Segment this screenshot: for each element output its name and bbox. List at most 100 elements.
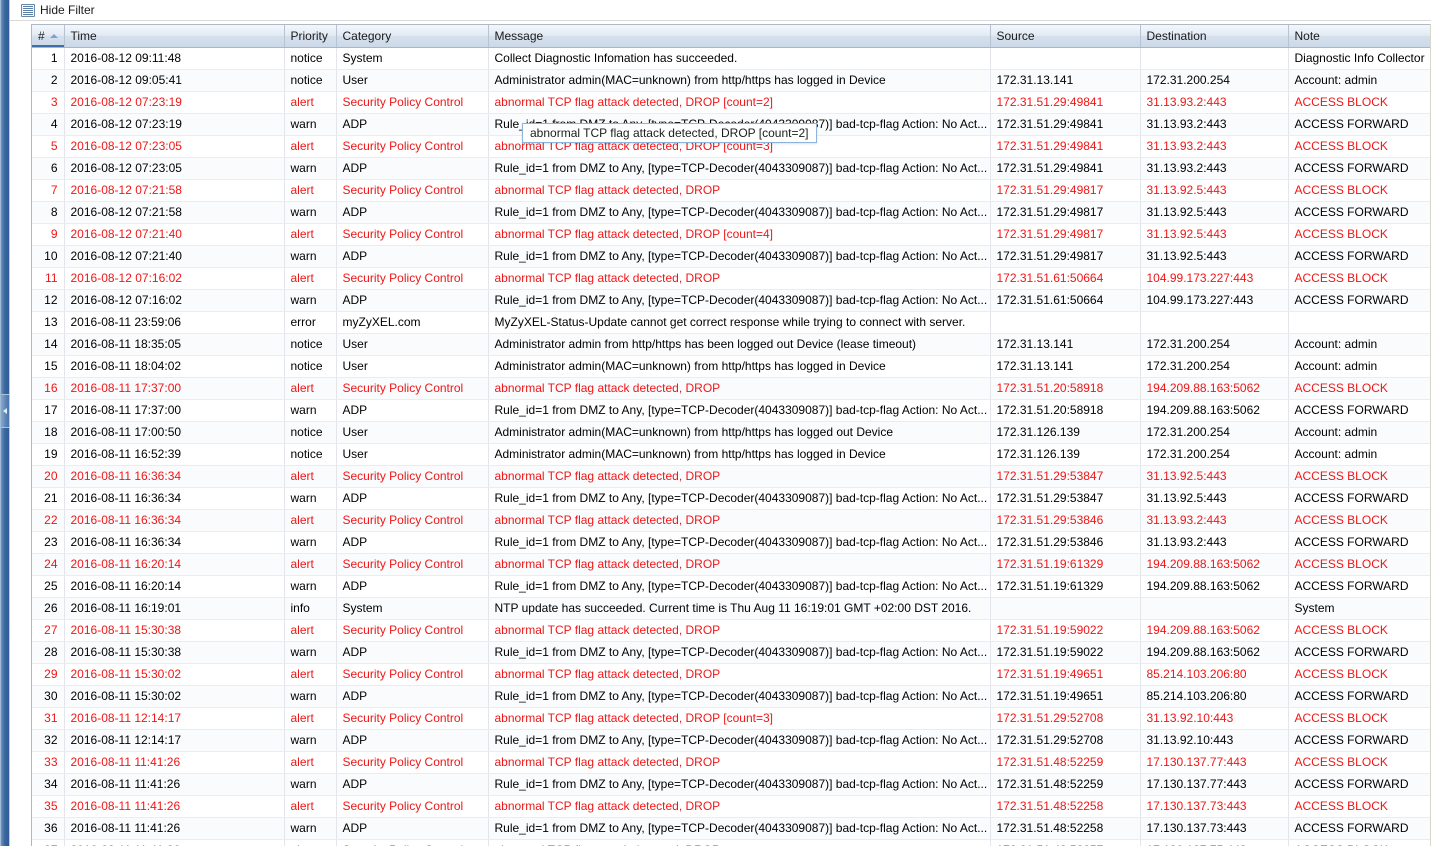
- cell-priority: warn: [284, 729, 336, 751]
- cell-dest: 85.214.103.206:80: [1140, 663, 1288, 685]
- cell-priority: notice: [284, 47, 336, 69]
- table-row[interactable]: 212016-08-11 16:36:34warnADPRule_id=1 fr…: [32, 487, 1431, 509]
- hide-filter-button[interactable]: Hide Filter: [18, 1, 98, 20]
- table-row[interactable]: 222016-08-11 16:36:34alertSecurity Polic…: [32, 509, 1431, 531]
- cell-category: Security Policy Control: [336, 377, 488, 399]
- table-row[interactable]: 92016-08-12 07:21:40alertSecurity Policy…: [32, 223, 1431, 245]
- cell-source: 172.31.51.19:61329: [990, 575, 1140, 597]
- cell-priority: warn: [284, 157, 336, 179]
- table-row[interactable]: 372016-08-11 11:41:26alertSecurity Polic…: [32, 839, 1431, 846]
- column-header-label: Message: [495, 29, 544, 43]
- table-row[interactable]: 62016-08-12 07:23:05warnADPRule_id=1 fro…: [32, 157, 1431, 179]
- cell-source: [990, 47, 1140, 69]
- table-row[interactable]: 82016-08-12 07:21:58warnADPRule_id=1 fro…: [32, 201, 1431, 223]
- cell-note: ACCESS BLOCK: [1288, 751, 1431, 773]
- column-header-category[interactable]: Category: [336, 25, 488, 47]
- cell-category: Security Policy Control: [336, 553, 488, 575]
- table-row[interactable]: 22016-08-12 09:05:41noticeUserAdministra…: [32, 69, 1431, 91]
- table-row[interactable]: 252016-08-11 16:20:14warnADPRule_id=1 fr…: [32, 575, 1431, 597]
- cell-message: Rule_id=1 from DMZ to Any, [type=TCP-Dec…: [488, 685, 990, 707]
- cell-priority: warn: [284, 773, 336, 795]
- cell-dest: [1140, 597, 1288, 619]
- cell-dest: 31.13.92.5:443: [1140, 179, 1288, 201]
- table-row[interactable]: 262016-08-11 16:19:01infoSystemNTP updat…: [32, 597, 1431, 619]
- cell-num: 14: [32, 333, 64, 355]
- table-row[interactable]: 232016-08-11 16:36:34warnADPRule_id=1 fr…: [32, 531, 1431, 553]
- table-row[interactable]: 342016-08-11 11:41:26warnADPRule_id=1 fr…: [32, 773, 1431, 795]
- table-row[interactable]: 352016-08-11 11:41:26alertSecurity Polic…: [32, 795, 1431, 817]
- cell-source: 172.31.51.48:52259: [990, 751, 1140, 773]
- column-header-note[interactable]: Note: [1288, 25, 1431, 47]
- cell-category: Security Policy Control: [336, 839, 488, 846]
- cell-message: Collect Diagnostic Infomation has succee…: [488, 47, 990, 69]
- cell-dest: 104.99.173.227:443: [1140, 289, 1288, 311]
- column-header-source[interactable]: Source: [990, 25, 1140, 47]
- table-row[interactable]: 102016-08-12 07:21:40warnADPRule_id=1 fr…: [32, 245, 1431, 267]
- cell-priority: warn: [284, 245, 336, 267]
- cell-source: 172.31.51.48:52258: [990, 817, 1140, 839]
- cell-num: 34: [32, 773, 64, 795]
- column-header-num[interactable]: #: [32, 25, 64, 47]
- cell-note: ACCESS BLOCK: [1288, 839, 1431, 846]
- table-row[interactable]: 292016-08-11 15:30:02alertSecurity Polic…: [32, 663, 1431, 685]
- cell-num: 26: [32, 597, 64, 619]
- table-row[interactable]: 132016-08-11 23:59:06errormyZyXEL.comMyZ…: [32, 311, 1431, 333]
- table-row[interactable]: 202016-08-11 16:36:34alertSecurity Polic…: [32, 465, 1431, 487]
- cell-num: 5: [32, 135, 64, 157]
- table-row[interactable]: 192016-08-11 16:52:39noticeUserAdministr…: [32, 443, 1431, 465]
- table-row[interactable]: 72016-08-12 07:21:58alertSecurity Policy…: [32, 179, 1431, 201]
- table-row[interactable]: 162016-08-11 17:37:00alertSecurity Polic…: [32, 377, 1431, 399]
- table-row[interactable]: 242016-08-11 16:20:14alertSecurity Polic…: [32, 553, 1431, 575]
- column-header-label: Note: [1295, 29, 1320, 43]
- collapse-panel-handle[interactable]: [1, 394, 9, 428]
- cell-note: ACCESS BLOCK: [1288, 707, 1431, 729]
- table-header-row: #TimePriorityCategory Message SourceDestin…: [32, 25, 1431, 47]
- table-row[interactable]: 142016-08-11 18:35:05noticeUserAdministr…: [32, 333, 1431, 355]
- cell-message: Rule_id=1 from DMZ to Any, [type=TCP-Dec…: [488, 575, 990, 597]
- left-panel-splitter[interactable]: [0, 0, 10, 846]
- cell-dest: 17.130.137.77:443: [1140, 751, 1288, 773]
- cell-message: Rule_id=1 from DMZ to Any, [type=TCP-Dec…: [488, 245, 990, 267]
- table-row[interactable]: 122016-08-12 07:16:02warnADPRule_id=1 fr…: [32, 289, 1431, 311]
- table-row[interactable]: 272016-08-11 15:30:38alertSecurity Polic…: [32, 619, 1431, 641]
- table-row[interactable]: 32016-08-12 07:23:19alertSecurity Policy…: [32, 91, 1431, 113]
- cell-num: 4: [32, 113, 64, 135]
- cell-message: Administrator admin(MAC=unknown) from ht…: [488, 443, 990, 465]
- cell-source: 172.31.51.19:49651: [990, 663, 1140, 685]
- cell-dest: 17.130.137.73:443: [1140, 817, 1288, 839]
- cell-num: 7: [32, 179, 64, 201]
- cell-category: Security Policy Control: [336, 751, 488, 773]
- cell-category: Security Policy Control: [336, 509, 488, 531]
- table-row[interactable]: 112016-08-12 07:16:02alertSecurity Polic…: [32, 267, 1431, 289]
- cell-category: User: [336, 421, 488, 443]
- cell-source: 172.31.51.29:53846: [990, 509, 1140, 531]
- table-row[interactable]: 152016-08-11 18:04:02noticeUserAdministr…: [32, 355, 1431, 377]
- cell-source: 172.31.51.48:52259: [990, 773, 1140, 795]
- table-row[interactable]: 362016-08-11 11:41:26warnADPRule_id=1 fr…: [32, 817, 1431, 839]
- table-row[interactable]: 172016-08-11 17:37:00warnADPRule_id=1 fr…: [32, 399, 1431, 421]
- cell-note: Account: admin: [1288, 421, 1431, 443]
- column-header-message[interactable]: Message: [488, 25, 990, 47]
- message-tooltip: abnormal TCP flag attack detected, DROP …: [522, 123, 817, 143]
- table-row[interactable]: 332016-08-11 11:41:26alertSecurity Polic…: [32, 751, 1431, 773]
- table-row[interactable]: 312016-08-11 12:14:17alertSecurity Polic…: [32, 707, 1431, 729]
- cell-source: 172.31.51.29:49841: [990, 113, 1140, 135]
- column-header-time[interactable]: Time: [64, 25, 284, 47]
- column-header-priority[interactable]: Priority: [284, 25, 336, 47]
- table-row[interactable]: 302016-08-11 15:30:02warnADPRule_id=1 fr…: [32, 685, 1431, 707]
- cell-dest: 31.13.92.5:443: [1140, 487, 1288, 509]
- table-row[interactable]: 282016-08-11 15:30:38warnADPRule_id=1 fr…: [32, 641, 1431, 663]
- cell-num: 9: [32, 223, 64, 245]
- log-table-container[interactable]: #TimePriorityCategory Message SourceDestin…: [31, 24, 1431, 846]
- cell-category: User: [336, 69, 488, 91]
- cell-num: 15: [32, 355, 64, 377]
- table-row[interactable]: 12016-08-12 09:11:48noticeSystemCollect …: [32, 47, 1431, 69]
- cell-note: ACCESS FORWARD: [1288, 487, 1431, 509]
- cell-time: 2016-08-12 07:23:05: [64, 135, 284, 157]
- column-header-dest[interactable]: Destination: [1140, 25, 1288, 47]
- table-row[interactable]: 182016-08-11 17:00:50noticeUserAdministr…: [32, 421, 1431, 443]
- cell-dest: 194.209.88.163:5062: [1140, 619, 1288, 641]
- cell-time: 2016-08-11 11:41:26: [64, 751, 284, 773]
- cell-dest: 31.13.92.5:443: [1140, 245, 1288, 267]
- table-row[interactable]: 322016-08-11 12:14:17warnADPRule_id=1 fr…: [32, 729, 1431, 751]
